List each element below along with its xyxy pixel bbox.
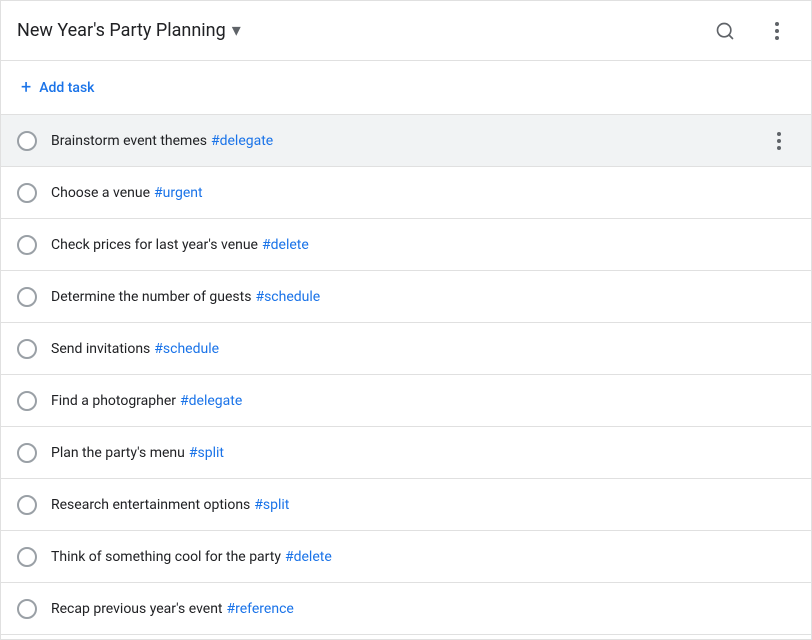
more-vert-icon [777,496,781,514]
task-text-plain: Send invitations [51,341,150,357]
task-list: Brainstorm event themes #delegate Choose … [1,115,811,635]
task-checkbox[interactable] [17,235,37,255]
more-vert-icon [777,392,781,410]
search-button[interactable] [707,13,743,49]
task-text-plain: Check prices for last year's venue [51,237,258,253]
task-item[interactable]: Send invitations #schedule [1,323,811,375]
task-more-button[interactable] [763,125,795,157]
add-task-label: Add task [39,80,94,96]
task-item[interactable]: Determine the number of guests #schedule [1,271,811,323]
more-vert-icon [777,340,781,358]
more-options-button[interactable] [759,13,795,49]
task-text: Determine the number of guests #schedule [51,289,763,305]
task-checkbox[interactable] [17,131,37,151]
more-vert-icon [777,236,781,254]
task-tag: #schedule [154,341,219,357]
task-item[interactable]: Choose a venue #urgent [1,167,811,219]
task-item[interactable]: Plan the party's menu #split [1,427,811,479]
task-checkbox[interactable] [17,339,37,359]
add-task-row: + Add task [1,61,811,115]
task-checkbox[interactable] [17,287,37,307]
task-text-plain: Plan the party's menu [51,445,185,461]
task-tag: #delete [262,237,309,253]
task-text: Send invitations #schedule [51,341,763,357]
task-item[interactable]: Recap previous year's event #reference [1,583,811,635]
task-text-plain: Determine the number of guests [51,289,251,305]
task-text-plain: Think of something cool for the party [51,549,281,565]
task-checkbox[interactable] [17,495,37,515]
task-tag: #delete [285,549,332,565]
task-item[interactable]: Find a photographer #delegate [1,375,811,427]
task-tag: #schedule [255,289,320,305]
task-checkbox[interactable] [17,391,37,411]
task-tag: #reference [227,601,294,617]
more-vert-icon [777,288,781,306]
more-vert-icon [777,184,781,202]
task-text-plain: Research entertainment options [51,497,250,513]
add-task-button[interactable]: + Add task [21,77,94,98]
task-text-plain: Brainstorm event themes [51,133,207,149]
task-text: Plan the party's menu #split [51,445,763,461]
task-item[interactable]: Think of something cool for the party #d… [1,531,811,583]
app-container: New Year's Party Planning ▾ + Add task [0,0,812,640]
task-tag: #delegate [211,133,273,149]
task-tag: #split [189,445,224,461]
page-title: New Year's Party Planning [17,20,226,41]
task-tag: #urgent [154,185,203,201]
task-checkbox[interactable] [17,599,37,619]
more-vert-icon [777,132,781,150]
task-checkbox[interactable] [17,547,37,567]
task-text: Find a photographer #delegate [51,393,763,409]
header: New Year's Party Planning ▾ [1,1,811,61]
task-item[interactable]: Brainstorm event themes #delegate [1,115,811,167]
header-left: New Year's Party Planning ▾ [17,20,241,41]
task-text-plain: Choose a venue [51,185,150,201]
task-item[interactable]: Check prices for last year's venue #dele… [1,219,811,271]
task-text: Think of something cool for the party #d… [51,549,763,565]
task-checkbox[interactable] [17,183,37,203]
task-text: Brainstorm event themes #delegate [51,133,763,149]
search-icon [715,21,735,41]
task-checkbox[interactable] [17,443,37,463]
task-tag: #split [254,497,289,513]
more-vert-icon [775,22,779,40]
plus-icon: + [21,77,31,98]
task-text: Check prices for last year's venue #dele… [51,237,763,253]
task-tag: #delegate [180,393,242,409]
more-vert-icon [777,444,781,462]
task-text: Research entertainment options #split [51,497,763,513]
header-right [707,13,795,49]
more-vert-icon [777,548,781,566]
task-text-plain: Recap previous year's event [51,601,223,617]
task-text: Choose a venue #urgent [51,185,763,201]
more-vert-icon [777,600,781,618]
task-text-plain: Find a photographer [51,393,176,409]
task-text: Recap previous year's event #reference [51,601,763,617]
chevron-down-icon[interactable]: ▾ [232,20,241,41]
task-item[interactable]: Research entertainment options #split [1,479,811,531]
